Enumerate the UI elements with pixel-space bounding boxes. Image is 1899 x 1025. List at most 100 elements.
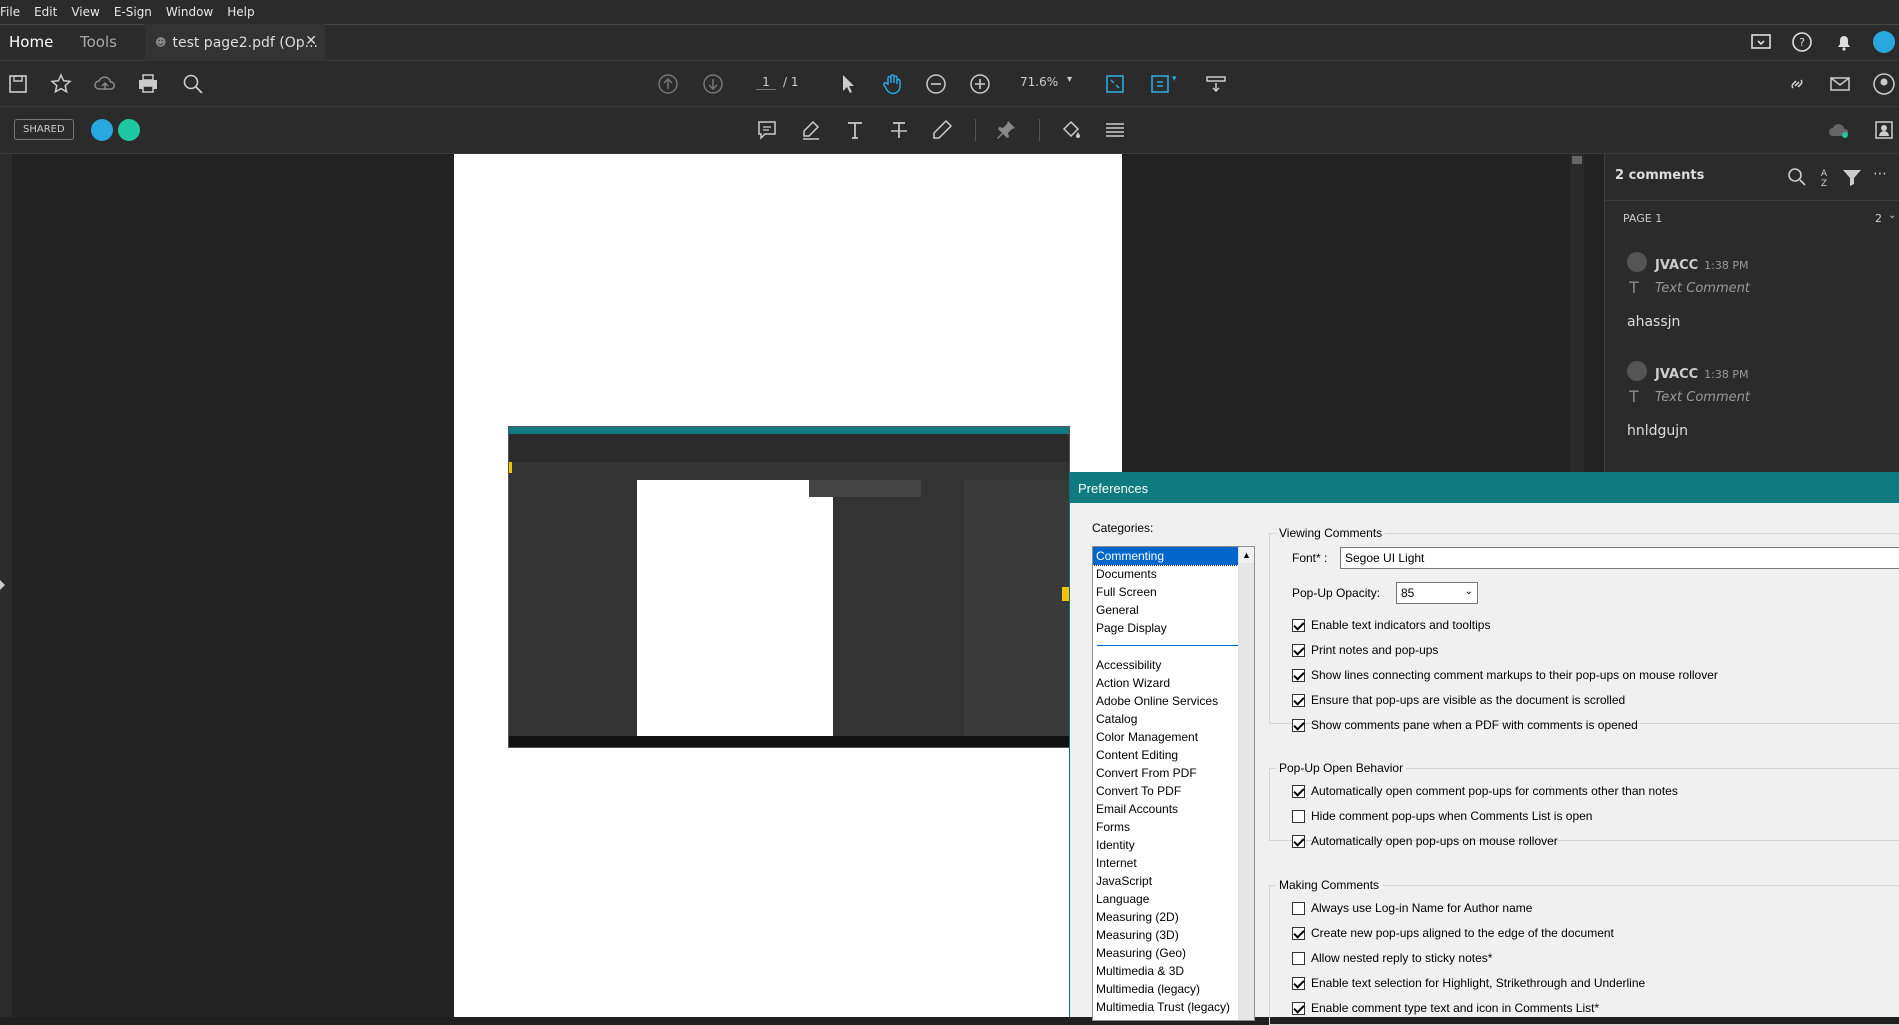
- menu-help[interactable]: Help: [220, 5, 261, 19]
- collaborator-avatar-1[interactable]: [91, 119, 113, 141]
- scroll-mode-dropdown-icon[interactable]: ▾: [1172, 74, 1177, 84]
- save-icon[interactable]: [6, 72, 30, 96]
- collapse-section-icon[interactable]: ⌄: [1888, 210, 1896, 221]
- category-general[interactable]: General: [1093, 601, 1254, 619]
- bell-icon[interactable]: [1832, 30, 1856, 54]
- category-color-management[interactable]: Color Management: [1093, 728, 1254, 746]
- cloud-sync-icon[interactable]: [1827, 118, 1851, 142]
- tab-tools[interactable]: Tools: [80, 33, 117, 51]
- popup-opacity-select[interactable]: 85 ⌄: [1396, 582, 1478, 604]
- strikethrough-icon[interactable]: [887, 118, 911, 142]
- close-tab-icon[interactable]: ✕: [305, 33, 317, 49]
- link-icon[interactable]: [1785, 72, 1809, 96]
- checkbox-box[interactable]: [1292, 718, 1305, 732]
- comment-item[interactable]: JVACC 1:38 PM T Text Comment hnldgujn: [1615, 353, 1895, 449]
- category-adobe-online-services[interactable]: Adobe Online Services: [1093, 692, 1254, 710]
- read-mode-icon[interactable]: [1204, 72, 1228, 96]
- checkbox-box[interactable]: [1292, 668, 1305, 682]
- text-tool-icon[interactable]: [843, 118, 867, 142]
- checkbox-enable-comment-type-text-and-icon-in-com[interactable]: Enable comment type text and icon in Com…: [1292, 1001, 1599, 1015]
- checkbox-automatically-open-comment-pop-ups-for-c[interactable]: Automatically open comment pop-ups for c…: [1292, 784, 1678, 798]
- checkbox-print-notes-and-pop-ups[interactable]: Print notes and pop-ups: [1292, 643, 1438, 657]
- collaborator-avatar-2[interactable]: [118, 119, 140, 141]
- sticky-note-icon[interactable]: [755, 118, 779, 142]
- document-scrollbar[interactable]: [1570, 154, 1584, 472]
- checkbox-box[interactable]: [1292, 784, 1305, 798]
- category-content-editing[interactable]: Content Editing: [1093, 746, 1254, 764]
- checkbox-box[interactable]: [1292, 926, 1305, 940]
- category-identity[interactable]: Identity: [1093, 836, 1254, 854]
- checkbox-enable-text-indicators-and-tooltips[interactable]: Enable text indicators and tooltips: [1292, 618, 1490, 632]
- print-icon[interactable]: [136, 72, 160, 96]
- category-internet[interactable]: Internet: [1093, 854, 1254, 872]
- category-multimedia-3d[interactable]: Multimedia & 3D: [1093, 962, 1254, 980]
- filter-icon[interactable]: [1840, 165, 1864, 189]
- category-multimedia-trust-legacy[interactable]: Multimedia Trust (legacy): [1093, 998, 1254, 1016]
- category-documents[interactable]: Documents: [1093, 565, 1254, 583]
- comment-item[interactable]: JVACC 1:38 PM T Text Comment ahassjn: [1615, 244, 1895, 340]
- checkbox-box[interactable]: [1292, 901, 1305, 915]
- hand-tool-icon[interactable]: [880, 72, 904, 96]
- checkbox-show-comments-pane-when-a-pdf-with-comme[interactable]: Show comments pane when a PDF with comme…: [1292, 718, 1638, 732]
- search-comments-icon[interactable]: [1785, 165, 1809, 189]
- checkbox-box[interactable]: [1292, 1001, 1305, 1015]
- checkbox-create-new-pop-ups-aligned-to-the-edge-o[interactable]: Create new pop-ups aligned to the edge o…: [1292, 926, 1614, 940]
- categories-list[interactable]: Commenting Documents Full Screen General Pag…: [1092, 546, 1255, 1021]
- font-select[interactable]: Segoe UI Light ⌄: [1340, 547, 1899, 569]
- checkbox-box[interactable]: [1292, 809, 1305, 823]
- category-email-accounts[interactable]: Email Accounts: [1093, 800, 1254, 818]
- category-measuring-2d[interactable]: Measuring (2D): [1093, 908, 1254, 926]
- category-multimedia-legacy[interactable]: Multimedia (legacy): [1093, 980, 1254, 998]
- category-full-screen[interactable]: Full Screen: [1093, 583, 1254, 601]
- tab-document[interactable]: ☻ test page2.pdf (Op... ✕: [145, 24, 325, 61]
- checkbox-always-use-log-in-name-for-author-name[interactable]: Always use Log-in Name for Author name: [1292, 901, 1532, 915]
- page-number-input[interactable]: 1: [756, 75, 776, 90]
- share-people-icon[interactable]: [1872, 118, 1896, 142]
- category-accessibility[interactable]: Accessibility: [1093, 656, 1254, 674]
- line-weight-icon[interactable]: [1103, 118, 1127, 142]
- category-commenting[interactable]: Commenting: [1093, 547, 1254, 566]
- sort-icon[interactable]: AZ: [1812, 165, 1836, 189]
- search-icon[interactable]: [181, 72, 205, 96]
- zoom-dropdown-icon[interactable]: ▾: [1067, 74, 1072, 85]
- checkbox-box[interactable]: [1292, 618, 1305, 632]
- checkbox-enable-text-selection-for-highlight-stri[interactable]: Enable text selection for Highlight, Str…: [1292, 976, 1645, 990]
- pencil-icon[interactable]: [930, 118, 954, 142]
- pin-icon[interactable]: [994, 118, 1018, 142]
- expand-left-panel-icon[interactable]: [0, 580, 5, 590]
- category-page-display[interactable]: Page Display: [1093, 619, 1254, 637]
- category-measuring-geo[interactable]: Measuring (Geo): [1093, 944, 1254, 962]
- fill-color-icon[interactable]: [1059, 118, 1083, 142]
- checkbox-box[interactable]: [1292, 976, 1305, 990]
- scroll-mode-icon[interactable]: [1148, 72, 1172, 96]
- account-icon[interactable]: [1872, 72, 1896, 96]
- cloud-upload-icon[interactable]: [93, 72, 117, 96]
- avatar[interactable]: [1872, 30, 1896, 54]
- category-measuring-3d[interactable]: Measuring (3D): [1093, 926, 1254, 944]
- checkbox-box[interactable]: [1292, 951, 1305, 965]
- select-cursor-icon[interactable]: [836, 72, 860, 96]
- menu-window[interactable]: Window: [159, 5, 220, 19]
- zoom-in-icon[interactable]: [968, 72, 992, 96]
- help-icon[interactable]: ?: [1790, 30, 1814, 54]
- tab-home[interactable]: Home: [9, 33, 53, 51]
- scrollbar-thumb[interactable]: [1572, 156, 1582, 164]
- menu-view[interactable]: View: [64, 5, 106, 19]
- star-icon[interactable]: [49, 72, 73, 96]
- checkbox-ensure-that-pop-ups-are-visible-as-the-d[interactable]: Ensure that pop-ups are visible as the d…: [1292, 693, 1625, 707]
- checkbox-show-lines-connecting-comment-markups-to[interactable]: Show lines connecting comment markups to…: [1292, 668, 1718, 682]
- next-page-icon[interactable]: [701, 72, 725, 96]
- more-options-icon[interactable]: ⋯: [1873, 166, 1887, 182]
- scroll-up-icon[interactable]: ▲: [1239, 547, 1254, 563]
- categories-scrollbar[interactable]: ▲: [1238, 547, 1254, 1020]
- checkbox-automatically-open-pop-ups-on-mouse-roll[interactable]: Automatically open pop-ups on mouse roll…: [1292, 834, 1558, 848]
- category-catalog[interactable]: Catalog: [1093, 710, 1254, 728]
- checkbox-box[interactable]: [1292, 643, 1305, 657]
- mail-icon[interactable]: [1828, 72, 1852, 96]
- checkbox-box[interactable]: [1292, 693, 1305, 707]
- checkbox-hide-comment-pop-ups-when-comments-list-[interactable]: Hide comment pop-ups when Comments List …: [1292, 809, 1592, 823]
- zoom-out-icon[interactable]: [924, 72, 948, 96]
- highlight-icon[interactable]: [799, 118, 823, 142]
- screen-share-icon[interactable]: [1749, 30, 1773, 54]
- checkbox-box[interactable]: [1292, 834, 1305, 848]
